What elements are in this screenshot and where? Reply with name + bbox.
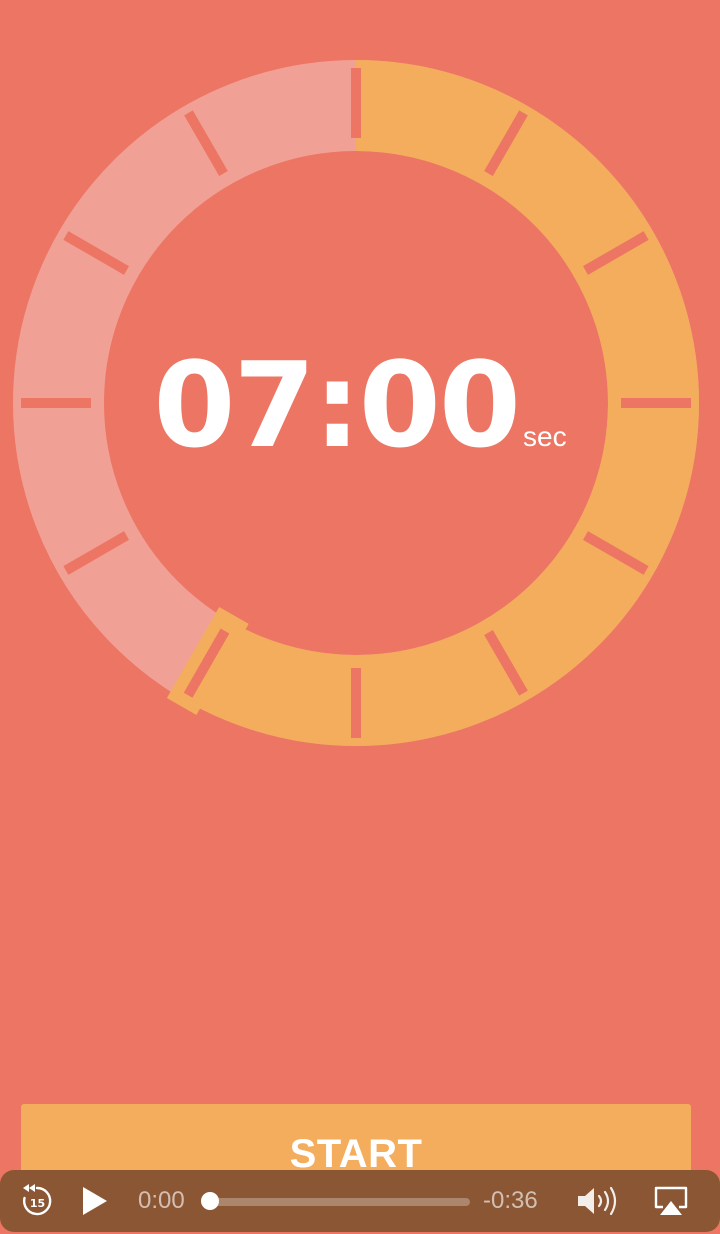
remaining-time: -0:36 xyxy=(483,1187,538,1214)
progress-knob[interactable] xyxy=(201,1192,219,1210)
media-player-bar: 15 0:00 -0:36 xyxy=(0,1170,720,1232)
skip-back-15-icon[interactable]: 15 xyxy=(18,1183,56,1219)
timer-readout: 07:00 sec xyxy=(0,330,720,480)
timer-unit-label: sec xyxy=(523,421,567,452)
volume-icon[interactable] xyxy=(576,1184,624,1218)
svg-text:15: 15 xyxy=(30,1197,45,1210)
elapsed-time: 0:00 xyxy=(138,1187,185,1214)
progress-track[interactable] xyxy=(210,1198,470,1206)
play-icon[interactable] xyxy=(78,1184,112,1218)
timer-screen: 07:00 sec START 15 0:00 -0:36 xyxy=(0,0,720,1234)
timer-value: 07:00 xyxy=(153,336,521,474)
airplay-icon[interactable] xyxy=(652,1184,690,1218)
